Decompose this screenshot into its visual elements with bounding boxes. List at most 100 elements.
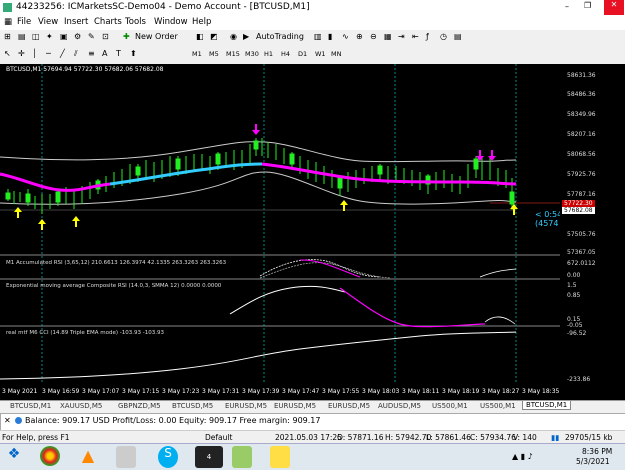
autotrading-button[interactable]: AutoTrading	[256, 32, 304, 41]
menu-bar: ▦ File View Insert Charts Tools Window H…	[0, 16, 625, 31]
tf-h1[interactable]: H1	[264, 50, 273, 58]
menu-window[interactable]: Window	[154, 17, 188, 27]
time-tick: 3 May 17:23	[162, 388, 200, 395]
status-high: H: 57942.70	[385, 433, 432, 442]
history-icon[interactable]: ⊡	[102, 32, 109, 41]
tab-chart[interactable]: US500,M1	[480, 402, 516, 410]
navigator-icon[interactable]: ✦	[46, 32, 53, 41]
new-order-icon[interactable]: ✚	[123, 32, 130, 41]
new-chart-icon[interactable]: ⊞	[4, 32, 11, 41]
tf-m30[interactable]: M30	[245, 50, 259, 58]
time-tick: 3 May 18:19	[442, 388, 480, 395]
clock-date: 5/3/2021	[576, 457, 610, 466]
app-icon[interactable]	[116, 446, 136, 468]
tab-chart[interactable]: EURUSD,M5	[328, 402, 370, 410]
tf-h4[interactable]: H4	[281, 50, 290, 58]
tab-chart[interactable]: US500,M1	[432, 402, 468, 410]
price-tick: 57505.76	[567, 231, 596, 238]
autotrading-icon[interactable]: ▶	[243, 32, 249, 41]
crosshair-icon[interactable]: ✛	[18, 49, 25, 58]
menu-tools[interactable]: Tools	[125, 17, 146, 27]
terminal-icon[interactable]: ▣	[60, 32, 68, 41]
price-scale: 58631.36 58486.36 58349.96 58207.16 5806…	[560, 64, 625, 400]
experts-icon[interactable]: ◉	[230, 32, 237, 41]
vlc-icon[interactable]: ▲	[78, 446, 98, 468]
skype-icon[interactable]: S	[158, 446, 178, 468]
candles-icon[interactable]: ▮	[328, 32, 332, 41]
tab-chart[interactable]: GBPNZD,M5	[118, 402, 161, 410]
start-icon[interactable]: ❖	[4, 446, 24, 468]
menu-help[interactable]: Help	[192, 17, 211, 27]
tester-icon[interactable]: ⚙	[74, 32, 81, 41]
tab-chart-active[interactable]: BTCUSD,M1	[522, 401, 572, 410]
status-low: L: 57861.46	[426, 433, 471, 442]
arrow-tool-icon[interactable]: ⬆	[130, 49, 137, 58]
time-tick: 3 May 18:35	[522, 388, 560, 395]
tf-m5[interactable]: M5	[209, 50, 219, 58]
chrome-icon[interactable]	[40, 446, 60, 466]
chart-canvas[interactable]	[0, 64, 568, 400]
app-icon[interactable]	[232, 446, 252, 468]
tab-chart[interactable]: BTCUSD,M5	[172, 402, 213, 410]
status-help: For Help, press F1	[2, 433, 70, 442]
templates-icon[interactable]: ▤	[454, 32, 462, 41]
tray-icons[interactable]: ▲ ▮ ♪	[512, 452, 533, 461]
tf-d1[interactable]: D1	[298, 50, 307, 58]
last-price-box: 57682.08	[562, 207, 595, 214]
tab-chart[interactable]: AUDUSD,M5	[378, 402, 421, 410]
tf-m1[interactable]: M1	[192, 50, 202, 58]
market-watch-icon[interactable]: ◫	[32, 32, 40, 41]
price-tick: 58486.36	[567, 91, 596, 98]
sub2-label: Exponential moving average Composite RSI…	[6, 283, 222, 289]
menu-view[interactable]: View	[38, 17, 58, 27]
options-icon[interactable]: ✎	[88, 32, 95, 41]
folder-icon[interactable]	[270, 446, 290, 468]
title-bar: 44233256: ICMarketsSC-Demo04 - Demo Acco…	[0, 0, 625, 16]
new-order-button[interactable]: New Order	[135, 32, 178, 41]
zoom-out-icon[interactable]: ⊖	[370, 32, 377, 41]
vertical-line-icon[interactable]: │	[32, 49, 37, 58]
label-icon[interactable]: T	[116, 49, 121, 58]
balance-icon	[15, 417, 22, 424]
time-tick: 3 May 18:11	[402, 388, 440, 395]
status-bar: For Help, press F1 Default 2021.05.03 17…	[0, 430, 625, 444]
tab-chart[interactable]: XAUUSD,M5	[60, 402, 102, 410]
close-icon[interactable]: ✕	[604, 0, 624, 15]
tf-m15[interactable]: M15	[226, 50, 240, 58]
scripts-icon[interactable]: ◩	[210, 32, 218, 41]
text-icon[interactable]: A	[102, 49, 107, 58]
fibo-icon[interactable]: ≡	[88, 49, 95, 58]
metatrader-icon[interactable]: 4	[195, 446, 223, 468]
taskbar: ❖ ▲ S 4 ▲ ▮ ♪ 8:36 PM 5/3/2021	[0, 443, 625, 470]
price-tick: 58349.96	[567, 111, 596, 118]
zoom-in-icon[interactable]: ⊕	[356, 32, 363, 41]
status-open: O: 57871.16	[337, 433, 384, 442]
tab-chart[interactable]: EURUSD,M5	[225, 402, 267, 410]
indicators-icon[interactable]: ƒ	[426, 32, 429, 41]
periods-icon[interactable]: ◷	[440, 32, 447, 41]
cursor-icon[interactable]: ↖	[4, 49, 11, 58]
trendline-icon[interactable]: ╱	[60, 49, 65, 58]
minimize-icon[interactable]: –	[565, 2, 569, 11]
close-terminal-icon[interactable]: ✕	[4, 416, 11, 425]
channel-icon[interactable]: ⫽	[74, 49, 78, 59]
menu-insert[interactable]: Insert	[64, 17, 88, 27]
scroll-icon[interactable]: ⇥	[398, 32, 405, 41]
time-tick: 3 May 18:27	[482, 388, 520, 395]
tab-chart[interactable]: EURUSD,M5	[274, 402, 316, 410]
tf-mn[interactable]: MN	[331, 50, 341, 58]
profiles-icon[interactable]: ▤	[18, 32, 26, 41]
tile-icon[interactable]: ▦	[384, 32, 392, 41]
maximize-icon[interactable]: ❐	[584, 1, 591, 10]
menu-charts[interactable]: Charts	[94, 17, 122, 27]
chart-type-icon[interactable]: ▥	[314, 32, 322, 41]
tf-w1[interactable]: W1	[315, 50, 326, 58]
shift-icon[interactable]: ⇤	[412, 32, 419, 41]
tab-chart[interactable]: BTCUSD,M1	[10, 402, 51, 410]
line-icon[interactable]: ∿	[342, 32, 349, 41]
metaeditor-icon[interactable]: ◧	[196, 32, 204, 41]
chart-window[interactable]: BTCUSD,M1 57694.94 57722.30 57682.06 576…	[0, 64, 568, 400]
horizontal-line-icon[interactable]: ─	[46, 49, 51, 58]
clock-time: 8:36 PM	[582, 447, 613, 456]
menu-file[interactable]: File	[17, 17, 31, 27]
